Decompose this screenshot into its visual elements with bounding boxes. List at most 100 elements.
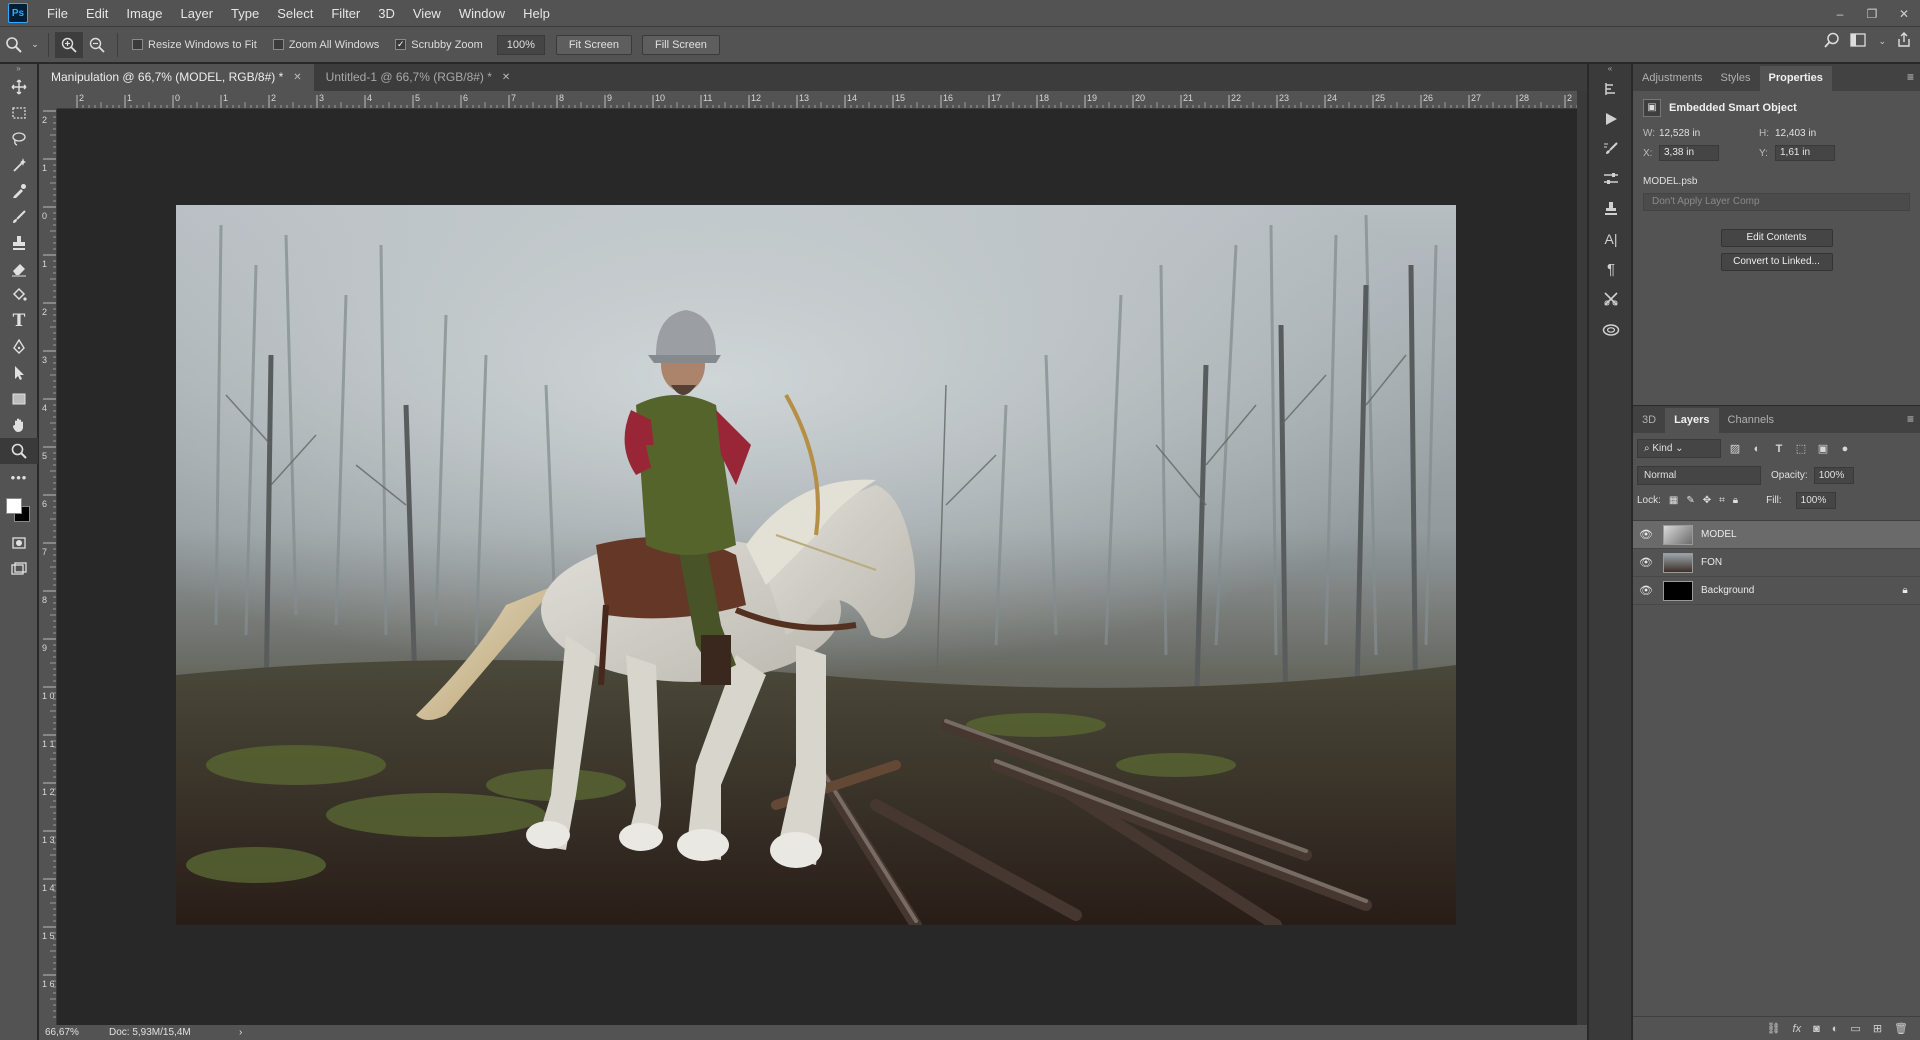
magic-wand-tool-icon[interactable] bbox=[0, 152, 38, 178]
link-layers-icon[interactable]: ⛓︎ bbox=[1767, 1022, 1781, 1035]
checkmark-icon[interactable]: ✓ bbox=[395, 39, 407, 50]
scrubby-zoom-checkbox[interactable]: ✓ Scrubby Zoom bbox=[395, 39, 483, 51]
stamp-tool-icon[interactable] bbox=[0, 230, 38, 256]
panel-menu-icon[interactable]: ≡ bbox=[1907, 412, 1914, 426]
layer-comp-select[interactable]: Don't Apply Layer Comp bbox=[1643, 193, 1910, 211]
paint-bucket-tool-icon[interactable] bbox=[0, 282, 38, 308]
zoom-tool-preset-icon[interactable] bbox=[0, 32, 28, 58]
layer-row-model[interactable]: 👁︎ MODEL bbox=[1633, 521, 1920, 549]
layer-row-fon[interactable]: 👁︎ FON bbox=[1633, 549, 1920, 577]
fill-screen-button[interactable]: Fill Screen bbox=[641, 34, 720, 55]
fit-screen-button[interactable]: Fit Screen bbox=[555, 34, 632, 55]
restore-button[interactable]: ❐ bbox=[1856, 0, 1888, 27]
clone-source-icon[interactable] bbox=[1589, 194, 1633, 224]
width-value[interactable]: 12,528 in bbox=[1659, 128, 1739, 139]
brush-settings-icon[interactable] bbox=[1589, 134, 1633, 164]
minimize-button[interactable]: – bbox=[1824, 0, 1856, 27]
panel-collapse-icon[interactable]: » bbox=[0, 64, 37, 74]
tab-styles[interactable]: Styles bbox=[1712, 66, 1760, 91]
brush-tool-icon[interactable] bbox=[0, 204, 38, 230]
close-icon[interactable]: ✕ bbox=[293, 64, 301, 91]
checkbox-box[interactable] bbox=[272, 39, 284, 50]
convert-to-linked-button[interactable]: Convert to Linked... bbox=[1720, 253, 1833, 271]
ruler-horizontal[interactable]: 2 1 0 1 2 3 4 5 6 7 8 9 10 11 12 13 14 15 16 17 18 19 20 21 22 23… bbox=[57, 91, 1577, 109]
chevron-down-icon[interactable]: ⌄ bbox=[1878, 36, 1886, 47]
status-menu-arrow-icon[interactable]: › bbox=[239, 1027, 242, 1038]
canvas-area[interactable] bbox=[57, 109, 1577, 1025]
pen-tool-icon[interactable] bbox=[0, 334, 38, 360]
menu-type[interactable]: Type bbox=[222, 0, 268, 27]
panel-menu-icon[interactable]: ≡ bbox=[1907, 70, 1914, 84]
character-panel-icon[interactable]: A| bbox=[1589, 224, 1633, 254]
lock-artboard-icon[interactable]: ⌗ bbox=[1719, 495, 1725, 506]
libraries-cloud-icon[interactable] bbox=[1589, 314, 1633, 344]
shape-filter-icon[interactable]: ⬚ bbox=[1793, 442, 1809, 455]
actions-play-icon[interactable] bbox=[1589, 104, 1633, 134]
type-filter-icon[interactable]: T bbox=[1771, 443, 1787, 455]
zoom-in-icon[interactable] bbox=[55, 31, 83, 58]
menu-3d[interactable]: 3D bbox=[369, 0, 404, 27]
zoom-out-icon[interactable] bbox=[83, 32, 111, 58]
smart-object-filter-icon[interactable]: ▣ bbox=[1815, 442, 1831, 455]
close-button[interactable]: ✕ bbox=[1888, 0, 1920, 27]
y-position-field[interactable]: 1,61 in bbox=[1775, 145, 1835, 161]
resize-windows-checkbox[interactable]: Resize Windows to Fit bbox=[132, 39, 257, 51]
lock-pixels-icon[interactable]: ✎ bbox=[1686, 495, 1694, 506]
image-filter-icon[interactable]: ▨ bbox=[1727, 442, 1743, 455]
tab-layers[interactable]: Layers bbox=[1665, 408, 1719, 433]
chevron-down-icon[interactable]: ⌄ bbox=[28, 32, 42, 58]
move-tool-icon[interactable] bbox=[0, 74, 38, 100]
menu-edit[interactable]: Edit bbox=[77, 0, 117, 27]
opacity-field[interactable]: 100% bbox=[1813, 467, 1854, 484]
tab-manipulation[interactable]: Manipulation @ 66,7% (MODEL, RGB/8#) * ✕ bbox=[39, 64, 314, 91]
color-swatches[interactable] bbox=[0, 490, 38, 530]
fx-icon[interactable]: fx bbox=[1793, 1023, 1802, 1035]
x-position-field[interactable]: 3,38 in bbox=[1659, 145, 1719, 161]
new-layer-icon[interactable]: ⊞ bbox=[1873, 1022, 1882, 1035]
workspace-icon[interactable] bbox=[1850, 33, 1868, 50]
tab-properties[interactable]: Properties bbox=[1759, 66, 1832, 91]
lasso-tool-icon[interactable] bbox=[0, 126, 38, 152]
marquee-tool-icon[interactable] bbox=[0, 100, 38, 126]
dock-collapse-icon[interactable]: « bbox=[1589, 64, 1631, 74]
tab-channels[interactable]: Channels bbox=[1719, 408, 1783, 433]
menu-help[interactable]: Help bbox=[514, 0, 559, 27]
layer-kind-select[interactable]: ⌕ Kind ⌄ bbox=[1637, 439, 1721, 458]
lock-all-icon[interactable]: 🔒︎ bbox=[1733, 495, 1738, 506]
ruler-origin[interactable] bbox=[39, 91, 57, 109]
adjustment-sliders-icon[interactable] bbox=[1589, 164, 1633, 194]
new-group-icon[interactable]: ▭ bbox=[1850, 1022, 1860, 1035]
adjustment-layer-icon[interactable]: ◐ bbox=[1832, 1023, 1839, 1035]
more-tools-icon[interactable]: ••• bbox=[0, 464, 38, 490]
height-value[interactable]: 12,403 in bbox=[1775, 128, 1855, 139]
zoom-all-windows-checkbox[interactable]: Zoom All Windows bbox=[272, 39, 379, 51]
menu-select[interactable]: Select bbox=[268, 0, 322, 27]
paragraph-panel-icon[interactable]: ¶ bbox=[1589, 254, 1633, 284]
menu-filter[interactable]: Filter bbox=[322, 0, 369, 27]
zoom-tool-icon[interactable] bbox=[0, 438, 38, 464]
type-tool-icon[interactable]: T bbox=[0, 308, 38, 334]
delete-layer-icon[interactable]: 🗑︎ bbox=[1894, 1022, 1908, 1035]
search-icon[interactable] bbox=[1824, 32, 1840, 51]
ruler-vertical[interactable]: 2101234567891 01 11 21 31 41 51 6 bbox=[39, 109, 57, 1025]
edit-contents-button[interactable]: Edit Contents bbox=[1720, 229, 1833, 247]
screen-mode-icon[interactable] bbox=[0, 556, 38, 582]
tool-presets-icon[interactable] bbox=[1589, 284, 1633, 314]
tab-adjustments[interactable]: Adjustments bbox=[1633, 66, 1712, 91]
zoom-level-field[interactable]: 66,67% bbox=[39, 1027, 109, 1038]
tab-untitled-1[interactable]: Untitled-1 @ 66,7% (RGB/8#) * ✕ bbox=[314, 64, 523, 91]
menu-view[interactable]: View bbox=[404, 0, 450, 27]
vertical-scrollbar[interactable] bbox=[1577, 91, 1587, 1025]
document-artwork[interactable] bbox=[176, 205, 1456, 925]
menu-layer[interactable]: Layer bbox=[172, 0, 223, 27]
filter-toggle-icon[interactable]: ● bbox=[1837, 443, 1853, 455]
lock-transparent-icon[interactable]: ▦ bbox=[1669, 495, 1678, 506]
checkbox-box[interactable] bbox=[132, 39, 143, 50]
rectangle-tool-icon[interactable] bbox=[0, 386, 38, 412]
layer-row-background[interactable]: 👁︎ Background 🔒︎ bbox=[1633, 577, 1920, 605]
quick-mask-icon[interactable] bbox=[0, 530, 38, 556]
blend-mode-select[interactable]: Normal bbox=[1637, 466, 1761, 485]
history-panel-icon[interactable] bbox=[1589, 74, 1633, 104]
menu-window[interactable]: Window bbox=[450, 0, 514, 27]
menu-image[interactable]: Image bbox=[117, 0, 171, 27]
